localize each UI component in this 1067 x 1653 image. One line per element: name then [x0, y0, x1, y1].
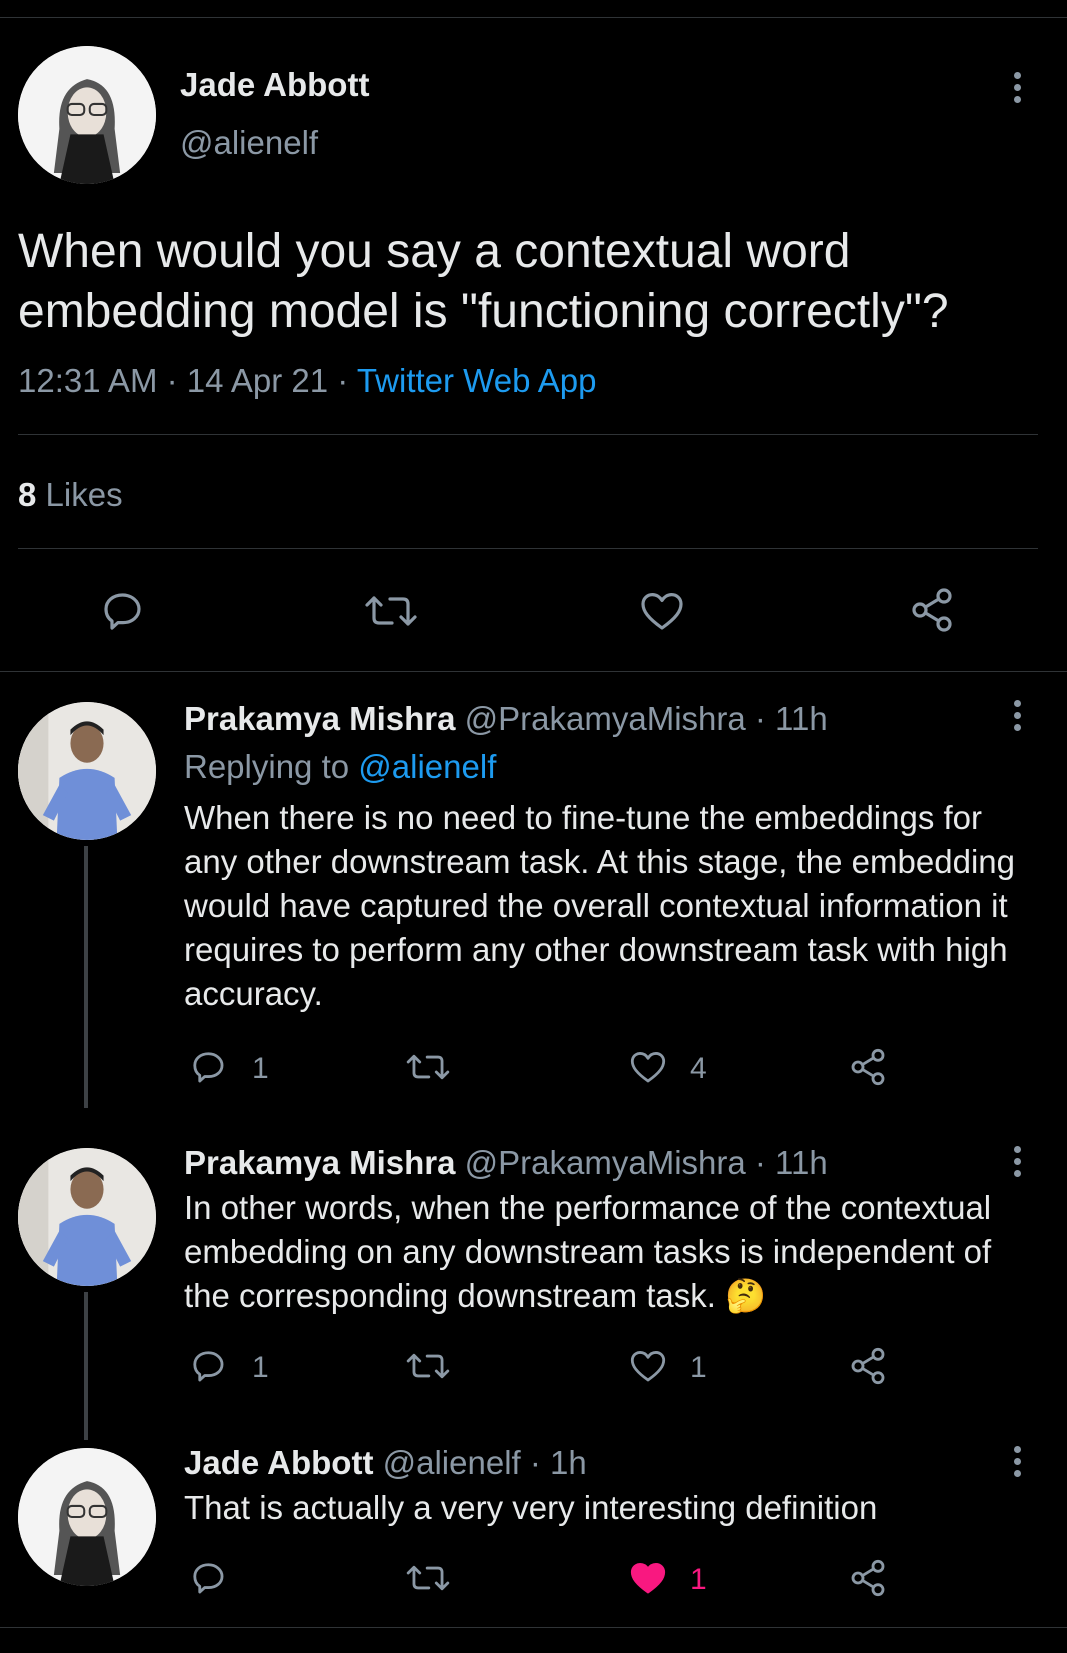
reply-author-name[interactable]: Jade Abbott: [184, 1444, 373, 1481]
main-author-handle[interactable]: @alienelf: [180, 124, 318, 162]
share-icon[interactable]: [848, 1558, 888, 1598]
like-icon-active[interactable]: [628, 1559, 668, 1597]
reply-icon[interactable]: [188, 1559, 228, 1597]
tweet-time: 12:31 AM: [18, 362, 158, 399]
more-icon[interactable]: [1011, 1446, 1023, 1482]
like-count: 1: [690, 1351, 707, 1384]
thread-connector: [84, 1292, 88, 1440]
main-tweet-meta: 12:31 AM · 14 Apr 21 · Twitter Web App: [18, 362, 596, 400]
meta-separator: ·: [166, 362, 178, 399]
reply-icon[interactable]: [98, 588, 146, 634]
stats-divider-bottom: [18, 548, 1038, 549]
reply-header: Prakamya Mishra @PrakamyaMishra · 11h: [184, 700, 828, 738]
replying-to-handle[interactable]: @alienelf: [358, 748, 496, 785]
top-divider: [0, 17, 1067, 18]
reply-text: When there is no need to fine-tune the e…: [184, 799, 1015, 1012]
main-author-name[interactable]: Jade Abbott: [180, 66, 369, 104]
retweet-icon[interactable]: [404, 1347, 452, 1385]
avatar-portrait-image: [18, 46, 156, 184]
retweet-icon[interactable]: [404, 1048, 452, 1086]
stats-divider-top: [18, 434, 1038, 435]
reply-meta: @PrakamyaMishra · 11h: [464, 1144, 828, 1181]
reply-meta: @alienelf · 1h: [382, 1444, 587, 1481]
replying-to-prefix: Replying to: [184, 748, 350, 785]
avatar-prakamya-mishra[interactable]: [18, 702, 156, 840]
like-icon[interactable]: [628, 1347, 668, 1385]
main-tweet-text: When would you say a contextual word emb…: [18, 225, 949, 338]
main-tweet-divider: [0, 671, 1067, 672]
like-count: 4: [690, 1052, 707, 1085]
tweet-source-link[interactable]: Twitter Web App: [357, 362, 597, 399]
avatar-jade-abbott[interactable]: [18, 1448, 156, 1586]
avatar-portrait-image: [18, 1148, 156, 1286]
avatar-portrait-image: [18, 702, 156, 840]
reply-text: In other words, when the performance of …: [184, 1189, 992, 1314]
tweet-date: 14 Apr 21: [186, 362, 329, 399]
retweet-icon[interactable]: [404, 1559, 452, 1597]
reply-author-name[interactable]: Prakamya Mishra: [184, 700, 456, 737]
like-icon[interactable]: [628, 1048, 668, 1086]
replying-to: Replying to @alienelf: [184, 748, 496, 786]
reply-meta: @PrakamyaMishra · 11h: [464, 700, 828, 737]
reply-header: Prakamya Mishra @PrakamyaMishra · 11h: [184, 1144, 828, 1182]
reply-text-container: In other words, when the performance of …: [184, 1186, 1044, 1318]
more-icon[interactable]: [1011, 72, 1023, 108]
reply-text: That is actually a very very interesting…: [184, 1489, 878, 1526]
reply-header: Jade Abbott @alienelf · 1h: [184, 1444, 587, 1482]
thread-connector: [84, 846, 88, 1108]
like-icon[interactable]: [638, 588, 686, 634]
share-icon[interactable]: [848, 1047, 888, 1087]
likes-label: Likes: [45, 476, 123, 513]
bottom-divider: [0, 1627, 1067, 1628]
avatar-jade-abbott[interactable]: [18, 46, 156, 184]
thinking-face-emoji: 🤔: [725, 1277, 767, 1314]
reply-icon[interactable]: [188, 1048, 228, 1086]
likes-count: 8: [18, 476, 37, 513]
reply-icon[interactable]: [188, 1347, 228, 1385]
reply-count: 1: [252, 1052, 269, 1085]
avatar-prakamya-mishra[interactable]: [18, 1148, 156, 1286]
more-icon[interactable]: [1011, 1146, 1023, 1182]
like-count: 1: [690, 1563, 707, 1596]
reply-count: 1: [252, 1351, 269, 1384]
share-icon[interactable]: [908, 586, 956, 634]
retweet-icon[interactable]: [362, 588, 420, 634]
reply-author-name[interactable]: Prakamya Mishra: [184, 1144, 456, 1181]
meta-separator: ·: [337, 362, 349, 399]
likes-stat[interactable]: 8 Likes: [18, 476, 123, 514]
share-icon[interactable]: [848, 1346, 888, 1386]
more-icon[interactable]: [1011, 700, 1023, 736]
avatar-portrait-image: [18, 1448, 156, 1586]
